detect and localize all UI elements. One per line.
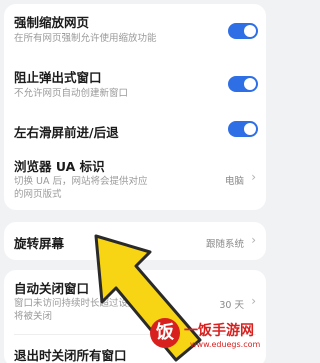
watermark-url: www.eduegs.com — [190, 340, 261, 349]
watermark-logo: 饭 — [150, 318, 180, 348]
arrow-pointer-icon — [94, 234, 202, 362]
watermark-logo-char: 饭 — [156, 322, 174, 343]
watermark: 饭 一饭手游网 www.eduegs.com — [150, 316, 268, 360]
watermark-name: 一饭手游网 — [184, 323, 254, 339]
